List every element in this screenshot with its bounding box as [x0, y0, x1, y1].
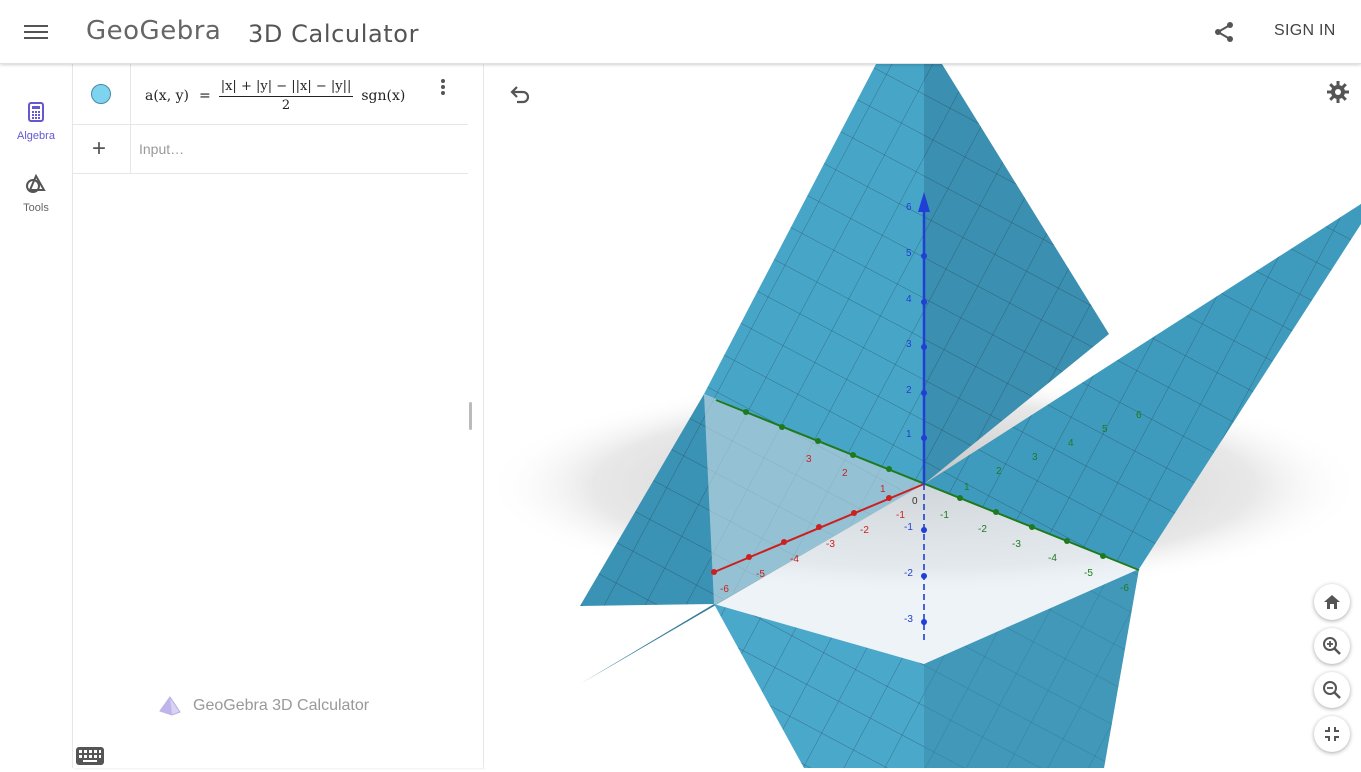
- side-rail: Algebra Tools: [0, 64, 72, 768]
- expression-formula[interactable]: a(x, y) = |x| + |y| − ||x| − |y|| 2 sgn(…: [145, 76, 405, 116]
- rail-item-algebra[interactable]: Algebra: [0, 102, 72, 142]
- calculator-icon: [0, 102, 72, 126]
- y-tick-label: -6: [1120, 583, 1129, 594]
- x-tick-label: 1: [880, 484, 886, 495]
- app-header: GeoGebra 3D Calculator SIGN IN: [0, 0, 1361, 64]
- y-tick-label: -1: [940, 510, 949, 521]
- z-tick-label: 6: [906, 202, 912, 213]
- z-tick-label: -3: [904, 614, 913, 625]
- rail-label-algebra: Algebra: [17, 130, 55, 142]
- keyboard-icon[interactable]: [75, 745, 107, 767]
- zoom-in-icon: [1323, 637, 1341, 655]
- tools-icon: [0, 173, 72, 198]
- rail-item-tools[interactable]: Tools: [0, 173, 72, 214]
- pyramid-logo-icon: [159, 696, 181, 716]
- visibility-toggle[interactable]: [91, 84, 111, 104]
- share-icon[interactable]: [1212, 20, 1236, 44]
- panel-resize-handle[interactable]: [469, 402, 472, 430]
- row-divider: [130, 125, 131, 174]
- fullscreen-exit-button[interactable]: [1314, 716, 1350, 752]
- z-tick-label: -1: [904, 522, 913, 533]
- expression-tail: sgn(x): [361, 88, 406, 104]
- y-tick-label: 4: [1068, 438, 1074, 449]
- z-tick-label: -2: [904, 568, 913, 579]
- algebra-panel: a(x, y) = |x| + |y| − ||x| − |y|| 2 sgn(…: [72, 64, 483, 768]
- y-tick-label: 2: [996, 466, 1002, 477]
- x-tick-label: -5: [756, 569, 765, 580]
- y-tick-label: -5: [1084, 568, 1093, 579]
- x-tick-label: 2: [842, 468, 848, 479]
- y-tick-label: 6: [1136, 410, 1142, 421]
- expression-fraction: |x| + |y| − ||x| − |y|| 2: [218, 79, 354, 113]
- y-tick-label: 5: [1102, 424, 1108, 435]
- expression-lhs: a(x, y): [145, 88, 189, 104]
- app-title: 3D Calculator: [248, 20, 420, 48]
- zoom-out-button[interactable]: [1314, 672, 1350, 708]
- home-icon: [1324, 595, 1340, 609]
- algebra-input[interactable]: [139, 137, 459, 161]
- algebra-row[interactable]: a(x, y) = |x| + |y| − ||x| − |y|| 2 sgn(…: [73, 64, 468, 125]
- fraction-numerator: |x| + |y| − ||x| − |y||: [218, 79, 354, 97]
- input-row: +: [73, 125, 468, 174]
- y-tick-label: 1: [964, 482, 970, 493]
- menu-icon[interactable]: [24, 22, 48, 42]
- add-icon[interactable]: +: [92, 137, 106, 161]
- footer-brand: GeoGebra 3D Calculator: [159, 696, 369, 716]
- graphics-canvas[interactable]: 0 -1 -2 -3 -4 -5 -6 1 2 3 1 2 3 4 5 6 -1…: [484, 64, 1361, 768]
- z-tick-label: 2: [906, 385, 912, 396]
- row-divider: [130, 64, 131, 125]
- undo-icon[interactable]: [508, 82, 532, 106]
- y-tick-label: -2: [978, 524, 987, 535]
- footer-brand-text: GeoGebra 3D Calculator: [193, 697, 370, 714]
- graphics-3d-view[interactable]: 0 -1 -2 -3 -4 -5 -6 1 2 3 1 2 3 4 5 6 -1…: [484, 64, 1361, 768]
- x-tick-label: -2: [860, 525, 869, 536]
- x-tick-label: -6: [720, 584, 729, 595]
- origin-label: 0: [912, 496, 918, 507]
- sign-in-button[interactable]: SIGN IN: [1266, 22, 1344, 40]
- z-tick-label: 3: [906, 339, 912, 350]
- x-tick-label: -3: [826, 539, 835, 550]
- y-tick-label: -4: [1048, 553, 1057, 564]
- geogebra-logo[interactable]: GeoGebra: [86, 16, 221, 46]
- fullscreen-exit-icon: [1325, 727, 1339, 741]
- y-tick-label: 3: [1032, 452, 1038, 463]
- home-button[interactable]: [1314, 584, 1350, 620]
- z-tick-label: 1: [906, 429, 912, 440]
- x-tick-label: -4: [790, 554, 799, 565]
- z-tick-label: 4: [906, 294, 912, 305]
- x-tick-label: 3: [806, 454, 812, 465]
- zoom-in-button[interactable]: [1314, 628, 1350, 664]
- fraction-denominator: 2: [281, 98, 291, 113]
- zoom-out-icon: [1323, 681, 1341, 699]
- more-options-icon[interactable]: [435, 78, 451, 98]
- y-tick-label: -3: [1012, 539, 1021, 550]
- rail-label-tools: Tools: [23, 202, 49, 214]
- x-tick-label: -1: [896, 510, 905, 521]
- z-tick-label: 5: [906, 248, 912, 259]
- expression-equals: =: [198, 88, 211, 104]
- gear-icon[interactable]: [1326, 80, 1350, 104]
